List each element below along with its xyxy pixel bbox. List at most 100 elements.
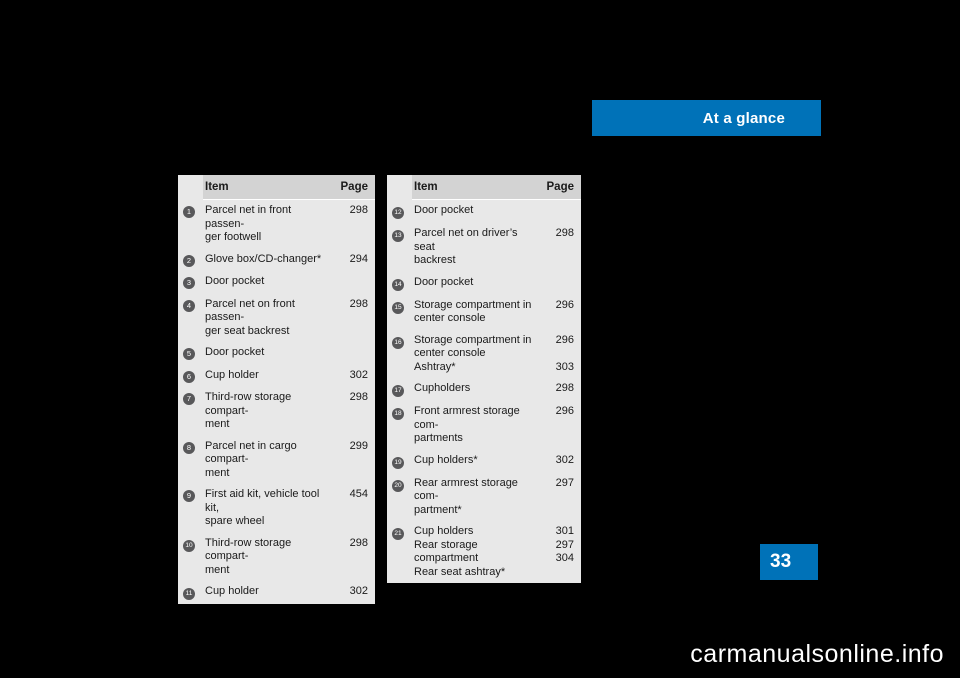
row-page-number: 298 [536, 223, 581, 272]
section-header-banner: At a glance [592, 100, 821, 136]
row-page-number: 298 [536, 378, 581, 401]
table-row: 11 Cup holder 302 [178, 581, 375, 604]
circled-number-icon: 17 [392, 385, 404, 397]
circled-number-icon: 12 [392, 207, 404, 219]
row-page-number: 296 303 [536, 329, 581, 378]
row-item-label: Third-row storage compart-ment [203, 387, 330, 436]
row-page-number: 301 297 304 [536, 521, 581, 583]
table-row: 12 Door pocket [387, 199, 581, 223]
page-number-badge: 33 [760, 544, 818, 580]
row-number-marker: 1 [178, 199, 203, 249]
column-header-page: Page [536, 175, 581, 200]
row-item-label: Front armrest storage com-partments [412, 401, 536, 450]
row-page-number: 302 [330, 364, 375, 387]
row-number-marker: 17 [387, 378, 412, 401]
row-number-marker: 7 [178, 387, 203, 436]
watermark: carmanualsonline.info [690, 640, 944, 668]
table-row: 21 Cup holders Rear storage compartment Rea… [387, 521, 581, 583]
column-header-number [387, 175, 412, 200]
row-page-number: 298 [330, 199, 375, 249]
row-page-number: 298 [330, 293, 375, 342]
circled-number-icon: 11 [183, 588, 195, 600]
circled-number-icon: 10 [183, 539, 195, 552]
row-page-number [536, 199, 581, 223]
row-item-label: Door pocket [412, 199, 536, 223]
row-number-marker: 19 [387, 449, 412, 473]
circled-number-icon: 8 [183, 441, 195, 454]
row-item-label: Parcel net in cargo compart-ment [203, 435, 330, 484]
row-item-label: Parcel net on driver’s seat backrest [412, 223, 536, 272]
row-item-label: Parcel net in front passen-ger footwell [203, 199, 330, 249]
row-item-label: Cup holders Rear storage compartment Rear … [412, 521, 536, 583]
row-item-label: Cupholders [412, 378, 536, 401]
row-item-label: Third-row storage compart-ment [203, 532, 330, 581]
table-row: 3 Door pocket [178, 271, 375, 294]
circled-number-icon: 21 [392, 528, 404, 540]
row-item-label: Storage compartment in center console [412, 294, 536, 330]
table-row: 18 Front armrest storage com-partments 296 [387, 401, 581, 450]
circled-number-icon: 14 [392, 278, 404, 291]
item-page-table-left: Item Page 1 Parcel net in front passen-ge… [178, 175, 375, 604]
table-row: 10 Third-row storage compart-ment 298 [178, 532, 375, 581]
row-page-number [330, 271, 375, 294]
page-number: 33 [770, 551, 792, 572]
table-row: 2 Glove box/CD-changer* 294 [178, 248, 375, 271]
circled-number-icon: 19 [392, 456, 404, 469]
row-item-label: Parcel net on front passen-ger seat back… [203, 293, 330, 342]
row-number-marker: 16 [387, 329, 412, 378]
table-row: 16 Storage compartment in center console As… [387, 329, 581, 378]
row-number-marker: 5 [178, 342, 203, 365]
column-header-item: Item [203, 175, 330, 200]
row-number-marker: 15 [387, 294, 412, 330]
circled-number-icon: 6 [183, 370, 195, 383]
row-item-label: Rear armrest storage com-partment* [412, 472, 536, 521]
row-number-marker: 20 [387, 472, 412, 521]
circled-number-icon: 2 [183, 254, 195, 267]
row-page-number: 299 [330, 435, 375, 484]
row-item-label: Glove box/CD-changer* [203, 248, 330, 271]
circled-number-icon: 16 [392, 336, 404, 349]
table-body-right: 12 Door pocket 13 Parcel net on driver’s s… [387, 199, 581, 583]
row-page-number [536, 271, 581, 295]
row-page-number: 296 [536, 401, 581, 450]
row-item-label: First aid kit, vehicle tool kit, spare wh… [203, 484, 330, 533]
row-item-label: Door pocket [203, 342, 330, 365]
table-row: 15 Storage compartment in center console 29… [387, 294, 581, 330]
row-page-number: 297 [536, 472, 581, 521]
circled-number-icon: 7 [183, 393, 195, 405]
table-row: 4 Parcel net on front passen-ger seat bac… [178, 293, 375, 342]
row-number-marker: 4 [178, 293, 203, 342]
row-page-number: 302 [330, 581, 375, 604]
table: Item Page 1 Parcel net in front passen-ge… [178, 175, 375, 604]
table-header-row: Item Page [387, 175, 581, 200]
table-row: 17 Cupholders 298 [387, 378, 581, 401]
row-item-label: Storage compartment in center console Asht… [412, 329, 536, 378]
table-row: 6 Cup holder 302 [178, 364, 375, 387]
circled-number-icon: 1 [183, 206, 195, 218]
row-number-marker: 9 [178, 484, 203, 533]
table-row: 9 First aid kit, vehicle tool kit, spare w… [178, 484, 375, 533]
circled-number-icon: 18 [392, 408, 404, 420]
row-number-marker: 12 [387, 199, 412, 223]
row-number-marker: 10 [178, 532, 203, 581]
circled-number-icon: 13 [392, 230, 404, 242]
row-page-number: 296 [536, 294, 581, 330]
circled-number-icon: 4 [183, 299, 195, 312]
column-header-page: Page [330, 175, 375, 200]
table-row: 5 Door pocket [178, 342, 375, 365]
table-row: 19 Cup holders* 302 [387, 449, 581, 473]
circled-number-icon: 15 [392, 301, 404, 314]
circled-number-icon: 20 [392, 479, 404, 492]
row-page-number [330, 342, 375, 365]
row-item-label: Cup holder [203, 581, 330, 604]
table-row: 8 Parcel net in cargo compart-ment 299 [178, 435, 375, 484]
table-header: Item Page [178, 175, 375, 200]
row-item-label: Cup holders* [412, 449, 536, 473]
row-number-marker: 8 [178, 435, 203, 484]
circled-number-icon: 3 [183, 277, 195, 289]
circled-number-icon: 5 [183, 348, 195, 360]
row-item-label: Door pocket [203, 271, 330, 294]
page-title: At a glance [702, 109, 785, 127]
row-number-marker: 6 [178, 364, 203, 387]
row-number-marker: 3 [178, 271, 203, 294]
